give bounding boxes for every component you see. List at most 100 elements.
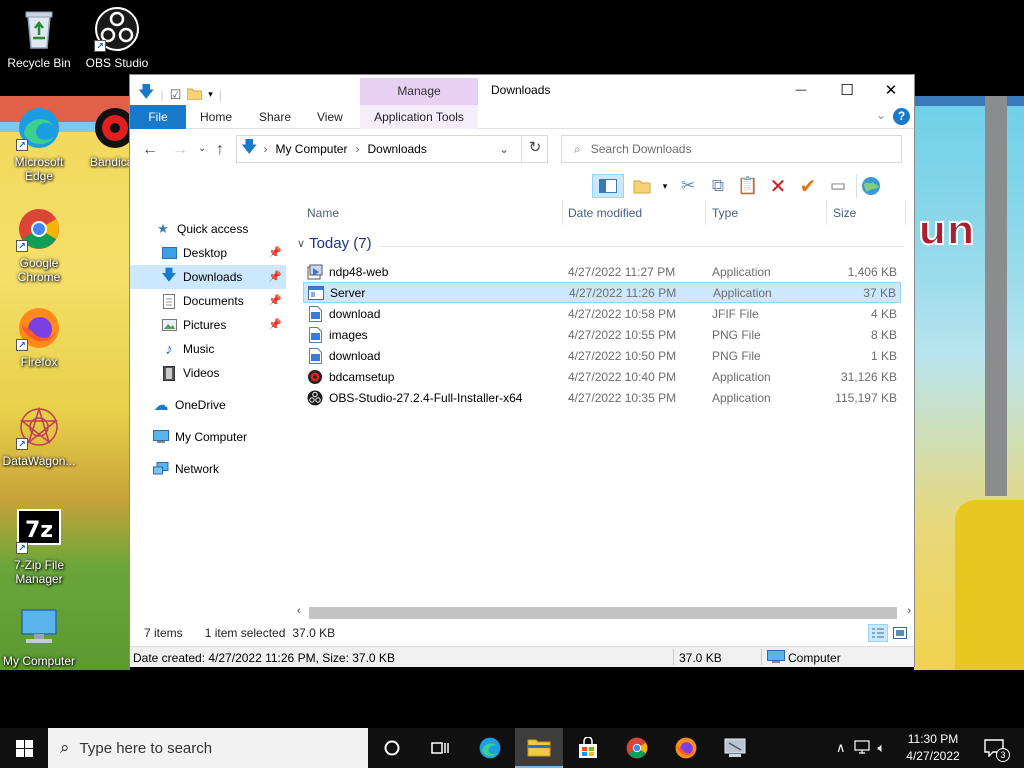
tab-file[interactable]: File: [130, 105, 186, 129]
column-divider[interactable]: [826, 201, 827, 225]
column-divider[interactable]: [562, 201, 563, 225]
large-icons-view-button[interactable]: [890, 624, 910, 642]
recent-locations-button[interactable]: ⌄: [198, 143, 206, 154]
file-type: Application: [713, 285, 772, 300]
file-row[interactable]: download 4/27/2022 10:58 PM JFIF File 4 KB: [303, 303, 901, 324]
taskbar-edge[interactable]: [466, 728, 514, 768]
up-button[interactable]: ↑: [216, 141, 224, 159]
taskbar-search-box[interactable]: ⌕ Type here to search: [48, 728, 368, 768]
scroll-thumb[interactable]: [309, 607, 897, 619]
minimize-button[interactable]: —: [778, 75, 824, 105]
pin-icon[interactable]: 📌: [268, 246, 282, 259]
arrow-left-icon: ←: [142, 141, 158, 158]
breadcrumb-downloads[interactable]: Downloads: [367, 142, 426, 156]
copy-button[interactable]: ⧉: [706, 174, 730, 198]
manage-contextual-tab[interactable]: Manage: [360, 78, 478, 105]
cut-button[interactable]: ✂: [676, 174, 700, 198]
details-view-button[interactable]: [868, 624, 888, 642]
cortana-button[interactable]: [368, 728, 416, 768]
nav-item-downloads[interactable]: 🡇 Downloads 📌: [130, 265, 286, 289]
refresh-button[interactable]: ↻: [521, 135, 548, 163]
expand-ribbon-icon[interactable]: ⌄: [876, 108, 886, 122]
nav-item-videos[interactable]: Videos: [130, 361, 286, 385]
delete-button[interactable]: ✕: [766, 174, 790, 198]
column-divider[interactable]: [905, 201, 906, 225]
rename-button[interactable]: ▭: [826, 174, 850, 198]
back-button[interactable]: ←: [142, 141, 158, 159]
volume-icon[interactable]: 🔈︎: [878, 740, 886, 756]
properties-icon[interactable]: ☑: [170, 87, 182, 103]
file-row[interactable]: OBS-Studio-27.2.4-Full-Installer-x64 4/27…: [303, 387, 901, 408]
new-folder-icon[interactable]: [186, 87, 203, 103]
desktop-icon-my-computer[interactable]: My Computer: [0, 604, 78, 668]
scroll-left-icon[interactable]: ‹: [297, 605, 301, 617]
pin-icon[interactable]: 📌: [268, 294, 282, 307]
globe-button[interactable]: [856, 174, 880, 198]
desktop-icon-recycle-bin[interactable]: Recycle Bin: [0, 6, 78, 70]
column-divider[interactable]: [705, 201, 706, 225]
desktop-icon-datawagon[interactable]: ↗ DataWagon...: [0, 404, 78, 468]
pin-icon[interactable]: 📌: [268, 270, 282, 283]
taskbar-chrome[interactable]: [613, 728, 661, 768]
pin-icon[interactable]: 📌: [268, 318, 282, 331]
desktop-icon-obs-studio[interactable]: ↗ OBS Studio: [78, 6, 156, 70]
nav-item-pictures[interactable]: Pictures 📌: [130, 313, 286, 337]
nav-item-music[interactable]: ♪ Music: [130, 337, 286, 361]
breadcrumb-my-computer[interactable]: My Computer: [275, 142, 347, 156]
tab-home[interactable]: Home: [200, 105, 232, 129]
paste-button[interactable]: 📋: [736, 174, 760, 198]
clock[interactable]: 11:30 PM 4/27/2022: [898, 731, 968, 765]
action-center-button[interactable]: 3: [972, 728, 1016, 768]
edge-icon: [479, 737, 501, 759]
network-icon[interactable]: [853, 739, 870, 757]
downloads-folder-icon: 🡇: [241, 138, 258, 156]
nav-onedrive[interactable]: ☁ OneDrive: [130, 393, 286, 417]
file-row[interactable]: bdcamsetup 4/27/2022 10:40 PM Application 3…: [303, 366, 901, 387]
chevron-up-icon[interactable]: ∧: [836, 740, 846, 756]
desktop-icon-firefox[interactable]: ↗ Firefox: [0, 305, 78, 369]
desktop-icon-bandicam[interactable]: Bandica: [78, 105, 130, 169]
scroll-right-icon[interactable]: ›: [907, 605, 911, 617]
taskbar-store[interactable]: [564, 728, 612, 768]
tab-application-tools[interactable]: Application Tools: [360, 105, 478, 129]
nav-item-documents[interactable]: Documents 📌: [130, 289, 286, 313]
tab-share[interactable]: Share: [259, 105, 291, 129]
properties-button[interactable]: ✔: [796, 174, 820, 198]
file-row[interactable]: Server 4/27/2022 11:26 PM Application 37 KB: [303, 282, 901, 303]
desktop-icon-chrome[interactable]: ↗ Google Chrome: [0, 206, 78, 284]
column-header-name[interactable]: Name: [307, 201, 339, 225]
nav-my-computer[interactable]: My Computer: [130, 425, 286, 449]
maximize-button[interactable]: ☐: [824, 75, 870, 105]
nav-network[interactable]: Network: [130, 457, 286, 481]
address-dropdown-icon[interactable]: ⌄: [499, 142, 509, 156]
file-row[interactable]: download 4/27/2022 10:50 PM PNG File 1 KB: [303, 345, 901, 366]
group-header[interactable]: ∨ Today (7): [297, 235, 372, 252]
search-input[interactable]: ⌕ Search Downloads: [561, 135, 902, 163]
preview-pane-button[interactable]: [592, 174, 624, 198]
address-bar[interactable]: 🡇 › My Computer › Downloads ⌄: [236, 135, 548, 163]
forward-button[interactable]: →: [172, 141, 188, 159]
customize-qat-icon[interactable]: ▾: [208, 89, 213, 100]
desktop-icon-7zip[interactable]: 7z ↗ 7-Zip File Manager: [0, 508, 78, 586]
column-header-date-modified[interactable]: Date modified: [568, 201, 642, 225]
title-bar[interactable]: 🡇 | ☑ ▾ | Manage Downloads — ☐ ✕: [130, 75, 914, 105]
column-header-size[interactable]: Size: [833, 201, 856, 225]
tab-view[interactable]: View: [317, 105, 343, 129]
start-button[interactable]: [0, 728, 48, 768]
close-button[interactable]: ✕: [868, 75, 914, 105]
task-view-button[interactable]: [416, 728, 464, 768]
nav-item-desktop[interactable]: Desktop 📌: [130, 241, 286, 265]
down-arrow-icon[interactable]: 🡇: [138, 81, 154, 108]
new-folder-dropdown[interactable]: ▾: [660, 174, 670, 198]
taskbar-app[interactable]: [711, 728, 759, 768]
taskbar-firefox[interactable]: [662, 728, 710, 768]
new-folder-button[interactable]: [630, 174, 654, 198]
desktop-icon-edge[interactable]: ↗ Microsoft Edge: [0, 105, 78, 183]
nav-quick-access[interactable]: ★ Quick access: [130, 217, 286, 241]
column-header-type[interactable]: Type: [712, 201, 738, 225]
help-button[interactable]: ?: [893, 108, 910, 125]
taskbar-file-explorer[interactable]: [515, 728, 563, 768]
horizontal-scrollbar[interactable]: ‹ ›: [295, 605, 915, 621]
file-row[interactable]: images 4/27/2022 10:55 PM PNG File 8 KB: [303, 324, 901, 345]
file-row[interactable]: ndp48-web 4/27/2022 11:27 PM Application 1,…: [303, 261, 901, 282]
